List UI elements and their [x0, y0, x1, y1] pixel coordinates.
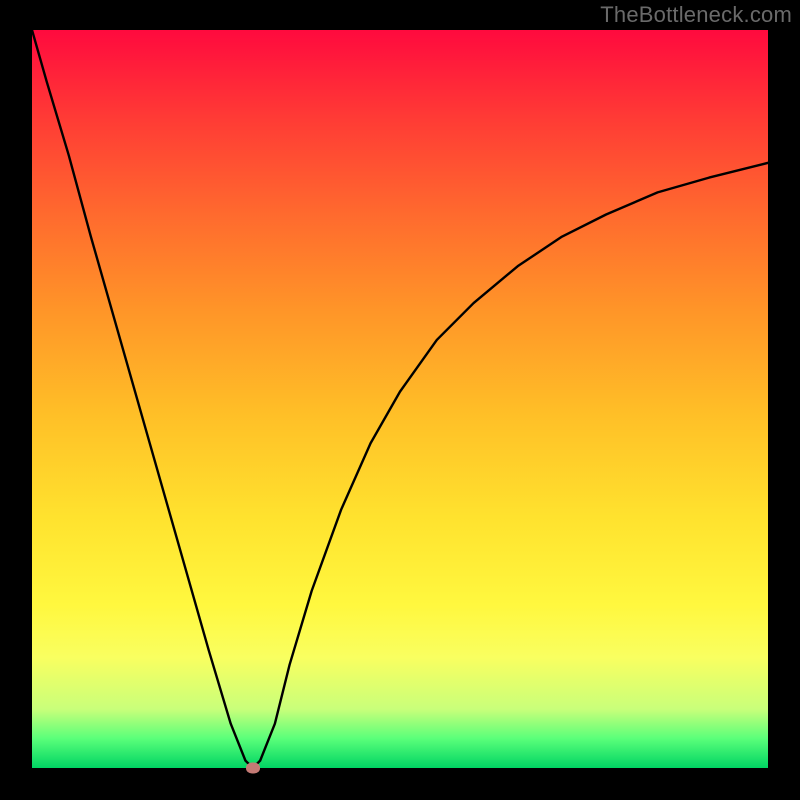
min-marker [246, 763, 260, 774]
attribution-label: TheBottleneck.com [600, 2, 792, 28]
bottleneck-curve [32, 30, 768, 768]
plot-area [32, 30, 768, 768]
chart-frame: TheBottleneck.com [0, 0, 800, 800]
